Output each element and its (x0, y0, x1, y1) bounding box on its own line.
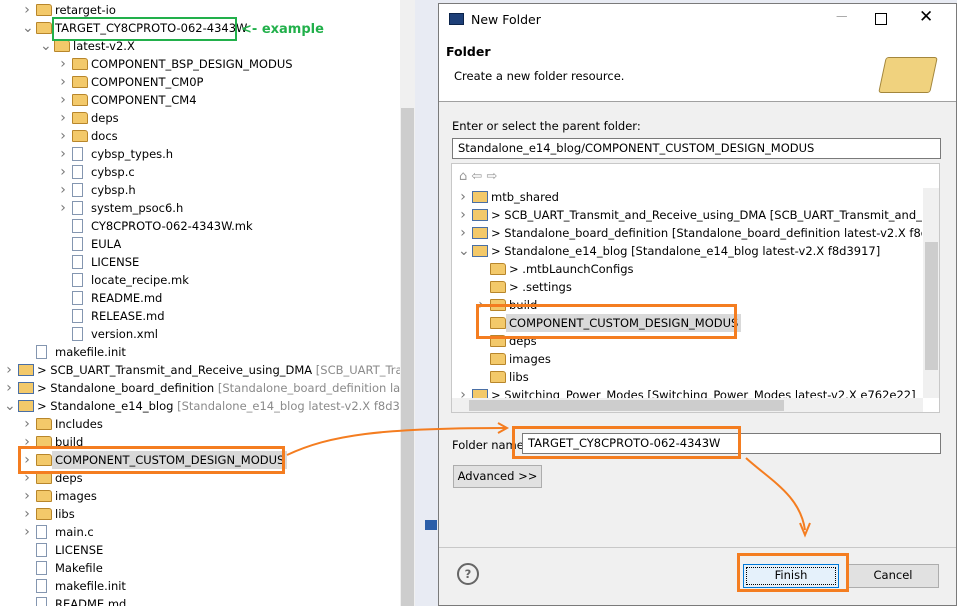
arrow-to-folder-name (286, 427, 506, 456)
arrow-to-finish (745, 457, 806, 531)
annotation-arrows (286, 422, 811, 538)
